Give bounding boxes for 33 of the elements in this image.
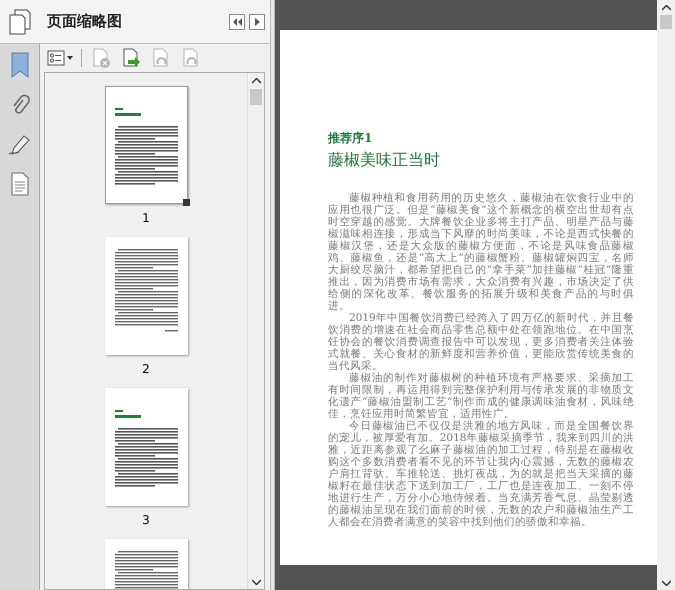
body-paragraph: 藤椒油的制作对藤椒树的种植环境有严格要求、采摘加工有时间限制，再运用得到完整保护利用与传承发展的非物质文化遗产“藤椒油盟制工艺”制作而成的健康调味油食材，风味绝佳，烹饪应用时简繁皆宜，适用性广。 [328, 372, 634, 420]
scroll-thumb[interactable] [660, 15, 672, 29]
scroll-up-icon[interactable] [252, 78, 260, 84]
right-arrow-icon [254, 18, 260, 26]
options-menu-button[interactable] [45, 48, 75, 68]
pages-icon[interactable] [9, 8, 31, 34]
body-paragraph: 今日藤椒油已不仅仅是洪雅的地方风味，而是全国餐饮界的宠儿，被厚爱有加。2018年藤椒采摘季节，我来到四川的洪雅，近距离参观了幺麻子藤椒油的加工过程，特别是在藤椒收购这个多数消费者看不见的环节让我内心震撼，无数的藤椒农户肩扛背驮、车推轮送、挑灯夜战，为的就是把当天采摘的藤椒籽在最佳状态下送到加工厂，工厂也是连夜加工、一刻不停地进行生产，万分小心地侍候着。当充满芳香气息、晶莹剔透的藤椒油呈现在我们面前的时候，无数的农户和藤椒油生产工人都会在消费者满意的笑容中找到他们的骄傲和幸福。 [328, 420, 634, 528]
page-thumbnail[interactable] [104, 388, 188, 506]
scrollbar[interactable] [247, 73, 264, 589]
double-left-arrow-icon [232, 18, 242, 26]
scroll-thumb[interactable] [250, 89, 262, 105]
pen-icon[interactable] [8, 134, 32, 156]
collapse-button[interactable] [229, 14, 245, 30]
page-thumbnail[interactable] [104, 86, 188, 204]
panel-title: 页面缩略图 [47, 11, 122, 32]
page-title: 藤椒美味正当时 [328, 150, 441, 170]
page-number: 2 [142, 362, 150, 376]
document-icon[interactable] [10, 172, 30, 196]
scroll-up-icon[interactable] [662, 5, 670, 11]
caret-icon [67, 56, 73, 60]
page-thumbnail[interactable] [104, 237, 188, 355]
body-paragraph: 藤椒种植和食用药用的历史悠久，藤椒油在饮食行业中的应用也很广泛。但是“藤椒美食”这个新概念的横空出世却有点时空穿越的感觉。大牌餐饮企业多将主打产品、明星产品与藤椒滋味相连接，形成当下风靡的时尚美味，不论是西式快餐的藤椒汉堡，还是大众版的藤椒方便面，不论是风味食品藤椒鸡、藤椒鱼，还是“高大上”的藤椒蟹粉、藤椒罐焖四宝，名师大厨绞尽脑汁，都希望把自己的“拿手菜”加挂藤椒“桂冠”隆重推出，因为消费市场有需求，大众消费有兴趣，市场决定了供给侧的深化改革、餐饮服务的拓展升级和美食产品的与时俱进。 [328, 192, 634, 312]
scroll-down-icon[interactable] [662, 580, 670, 586]
page-number: 1 [142, 211, 150, 225]
page-number: 3 [142, 513, 150, 527]
scroll-down-icon[interactable] [252, 579, 260, 585]
bookmark-icon[interactable] [10, 52, 30, 78]
resize-handle[interactable] [182, 199, 190, 206]
list-icon [47, 50, 65, 66]
body-paragraph: 2019年中国餐饮消费已经跨入了四万亿的新时代，并且餐饮消费的增速在社会商品零售总额中处在领跑地位。在中国烹饪协会的餐饮消费调查报告中可以发现，更多消费者关注体验式就餐、关心食材的新鲜度和营养价值，更能欣赏传统美食的当代风采。 [328, 312, 634, 372]
page-subtitle: 推荐序1 [328, 130, 374, 146]
expand-button[interactable] [249, 14, 265, 30]
scrollbar[interactable] [657, 0, 675, 590]
